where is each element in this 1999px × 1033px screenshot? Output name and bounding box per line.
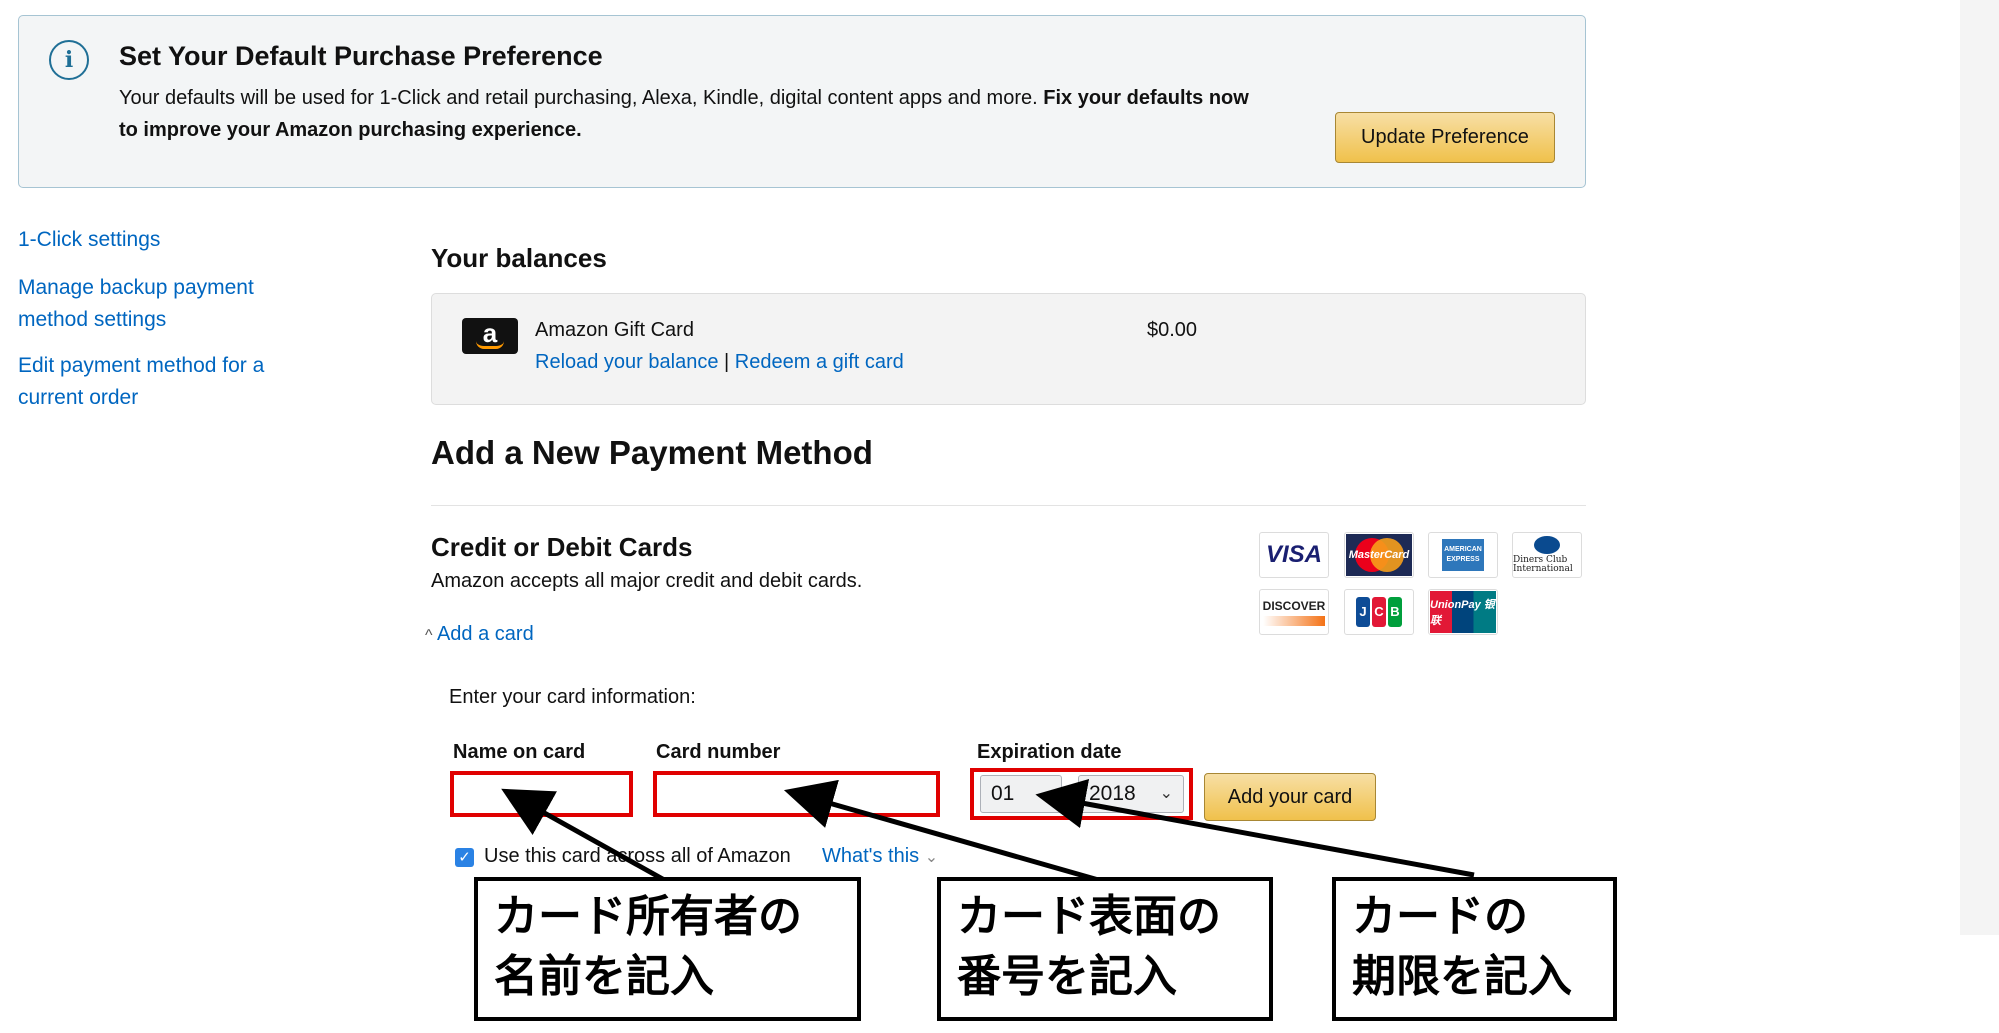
enter-card-info-label: Enter your card information: [449,686,696,708]
reload-balance-link[interactable]: Reload your balance [535,351,718,373]
add-payment-method-heading: Add a New Payment Method [431,434,873,471]
cards-heading: Credit or Debit Cards [431,532,693,562]
name-callout: カード所有者の 名前を記入 [474,877,861,1021]
cards-description: Amazon accepts all major credit and debi… [431,570,863,592]
section-divider [431,505,1586,506]
gift-card-label: Amazon Gift Card [535,319,694,341]
expiration-year-select[interactable]: 2018 ⌄ [1078,775,1184,813]
banner-text-plain: Your defaults will be used for 1-Click a… [119,87,1044,109]
redeem-gift-card-link[interactable]: Redeem a gift card [735,351,904,373]
whats-this-link[interactable]: What's this ⌄ [822,845,938,868]
add-card-toggle[interactable]: ^ Add a card [425,623,534,646]
sidebar-item-1-click-settings[interactable]: 1-Click settings [18,224,160,256]
mastercard-logo-icon: MasterCard [1344,532,1414,578]
add-your-card-button[interactable]: Add your card [1204,773,1376,821]
whats-this-label: What's this [822,845,920,867]
jcb-letter-j: J [1356,597,1370,627]
number-callout: カード表面の 番号を記入 [937,877,1273,1021]
jcb-logo-icon: J C B [1344,589,1414,635]
jcb-letter-c: C [1372,597,1386,627]
mastercard-logo-text: MasterCard [1348,549,1410,561]
diners-logo-icon: Diners Club International [1512,532,1582,578]
discover-logo-text: DISCOVER [1262,598,1326,613]
amex-logo-icon: AMERICAN EXPRESS [1428,532,1498,578]
unionpay-logo-text: UnionPay 银联 [1430,591,1496,633]
expiration-date-label: Expiration date [977,741,1122,763]
sidebar-item-edit-payment-current-order[interactable]: Edit payment method for a current order [18,350,308,414]
name-on-card-label: Name on card [453,741,586,763]
diners-logo-text: Diners Club International [1513,555,1573,574]
discover-logo-icon: DISCOVER [1259,589,1329,635]
visa-logo-icon: VISA [1259,532,1329,578]
balance-box [431,293,1586,405]
page-scrollbar-track[interactable] [1960,0,1999,935]
jcb-letter-b: B [1388,597,1402,627]
info-icon: i [49,40,89,80]
chevron-down-icon: ⌄ [1159,785,1173,802]
update-preference-button[interactable]: Update Preference [1335,112,1555,163]
link-separator: | [724,351,730,373]
add-card-label: Add a card [436,623,534,645]
amazon-logo-icon: a [462,318,518,354]
use-card-across-amazon-label: Use this card across all of Amazon [484,845,791,867]
sidebar-item-backup-payment[interactable]: Manage backup payment method settings [18,272,308,336]
amex-logo-text: AMERICAN EXPRESS [1442,539,1484,571]
expiry-callout: カードの 期限を記入 [1332,877,1617,1021]
balances-heading: Your balances [431,243,607,273]
gift-card-links: Reload your balance | Redeem a gift card [535,351,904,374]
chevron-up-icon: ^ [425,627,433,644]
expiration-year-value: 2018 [1089,782,1136,805]
use-card-across-amazon-checkbox[interactable]: ✓ [455,848,474,867]
expiration-month-select[interactable]: 01 ⌄ [980,775,1062,813]
chevron-down-icon: ⌄ [1037,785,1051,802]
name-on-card-input[interactable] [450,771,633,817]
gift-card-amount: $0.00 [1147,319,1198,341]
unionpay-logo-icon: UnionPay 银联 [1428,589,1498,635]
card-number-label: Card number [656,741,781,763]
banner-title: Set Your Default Purchase Preference [119,41,603,71]
chevron-down-icon: ⌄ [924,849,939,866]
expiration-month-value: 01 [991,782,1015,805]
card-number-input[interactable] [653,771,940,817]
banner-text: Your defaults will be used for 1-Click a… [119,82,1249,146]
